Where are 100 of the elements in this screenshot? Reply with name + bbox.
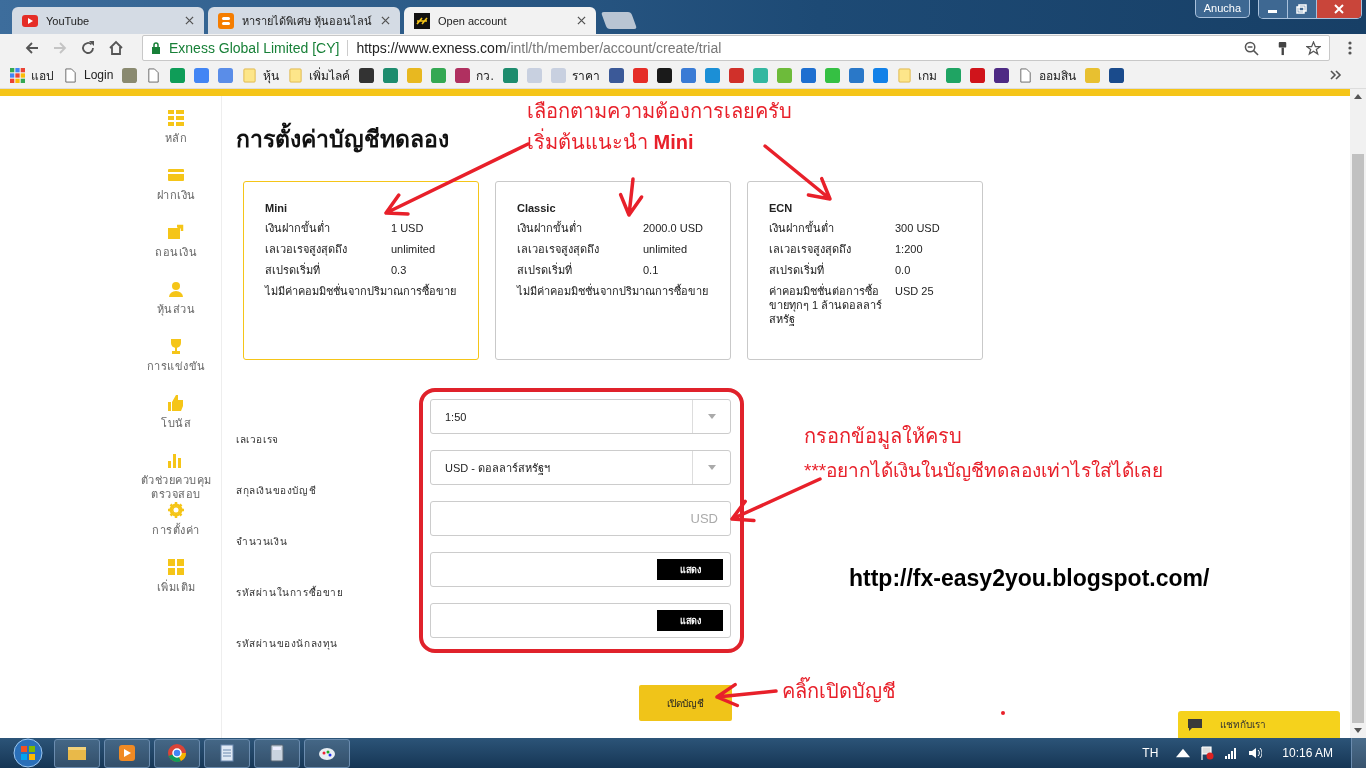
profile-button[interactable]: Anucha — [1194, 0, 1250, 18]
amount-field[interactable]: USD — [430, 501, 731, 536]
sidebar-item[interactable]: ตัวช่วยควบคุมตรวจสอบ — [131, 452, 221, 502]
chat-button[interactable]: แชทกับเรา — [1178, 711, 1340, 738]
spec-label: เลเวอเรจสูงสุดถึง — [517, 242, 600, 256]
browser-tab[interactable]: Open account — [404, 7, 596, 34]
bookmark[interactable] — [608, 67, 624, 83]
password-field[interactable]: แสดง — [430, 552, 731, 587]
volume-icon[interactable] — [1248, 746, 1263, 760]
media-icon — [117, 743, 137, 763]
spec-note: ไม่มีค่าคอมมิชชั่นจากปริมาณการซื้อขาย — [517, 284, 709, 298]
open-account-button[interactable]: เปิดบัญชี — [639, 685, 732, 721]
account-type-card[interactable]: Classic เงินฝากขั้นต่ำ 2000.0 USD เลเวอเรจสูงสุดถึง unlimited สเปรดเริ่มที่ 0.1 ไม่มีค่าคอมมิชชั่นจากปริมาณการซื้อขาย — [495, 181, 731, 360]
scroll-down-icon[interactable] — [1354, 728, 1362, 733]
sidebar-item[interactable]: ฝากเงิน — [131, 167, 221, 224]
bookmark[interactable] — [656, 67, 672, 83]
bookmark[interactable] — [993, 67, 1009, 83]
sidebar-item[interactable]: การแข่งขัน — [131, 338, 221, 395]
card-title: Mini — [265, 201, 288, 215]
language-indicator[interactable]: TH — [1142, 746, 1159, 760]
bookmark[interactable] — [1108, 67, 1124, 83]
taskbar-app[interactable] — [154, 738, 200, 768]
taskbar-app[interactable] — [304, 738, 350, 768]
menu-icon[interactable] — [1348, 40, 1352, 56]
bookmark[interactable]: แอป — [10, 65, 54, 85]
reload-icon[interactable] — [80, 40, 96, 56]
close-button[interactable] — [1317, 0, 1361, 18]
taskbar-app[interactable] — [104, 738, 150, 768]
card-icon — [168, 167, 184, 183]
bookmark[interactable]: เพิ่มไลค์ — [288, 65, 351, 85]
annotation-dot — [1001, 711, 1005, 715]
card-title: ECN — [769, 201, 794, 215]
minimize-button[interactable] — [1259, 0, 1288, 18]
show-password-button[interactable]: แสดง — [657, 559, 723, 580]
sidebar-item[interactable]: เพิ่มเติม — [131, 559, 221, 616]
card-title: Classic — [517, 201, 557, 215]
bookmark[interactable]: เกม — [896, 65, 937, 85]
site-icon — [824, 67, 840, 83]
sidebar-item[interactable]: หลัก — [131, 110, 221, 167]
address-bar[interactable]: Exness Global Limited [CY] https://www.exness.com/intl/th/member/account/create/trial — [142, 35, 1330, 61]
account-type-card[interactable]: ECN เงินฝากขั้นต่ำ 300 USD เลเวอเรจสูงสุดถึง 1:200 สเปรดเริ่มที่ 0.0 ค่าคอมมิชชั่นต่อการซื้อขายทุกๆ 1 ล้านดอลลาร์สหรัฐ USD 25 — [747, 181, 983, 360]
scrollbar-thumb[interactable] — [1352, 154, 1364, 723]
close-icon[interactable] — [185, 16, 194, 25]
back-icon[interactable] — [24, 40, 40, 56]
browser-tab[interactable]: หารายได้พิเศษ หุ้นออนไลน์ — [208, 7, 400, 34]
close-icon[interactable] — [381, 16, 390, 25]
gear-icon — [168, 502, 184, 518]
bookmark[interactable]: กว. — [455, 65, 494, 85]
show-hidden-icons-icon[interactable] — [1176, 746, 1191, 760]
site-icon — [728, 67, 744, 83]
show-password-button[interactable]: แสดง — [657, 610, 723, 631]
field-label: รหัสผ่านในการซื้อขาย — [236, 585, 344, 600]
page-icon — [63, 67, 78, 83]
site-icon — [848, 67, 864, 83]
zoom-out-icon[interactable] — [1244, 40, 1259, 56]
new-tab-button[interactable] — [600, 12, 638, 29]
browser-tab[interactable]: YouTube — [12, 7, 204, 34]
spec-note: ไม่มีค่าคอมมิชชั่นจากปริมาณการซื้อขาย — [265, 284, 457, 298]
bookmark[interactable] — [359, 67, 375, 83]
folder-icon — [242, 67, 258, 83]
bookmark[interactable]: หุ้น — [242, 65, 280, 85]
home-icon[interactable] — [108, 40, 124, 56]
taskbar-app[interactable] — [54, 738, 100, 768]
folder-icon — [896, 67, 912, 83]
notepad-icon — [217, 743, 237, 763]
signal-icon[interactable] — [1224, 746, 1239, 760]
site-icon — [608, 67, 624, 83]
clock[interactable]: 10:16 AM — [1282, 746, 1333, 760]
annotation-text: ***อยากได้เงินในบัญชีทดลองเท่าไรใส่ได้เลย — [804, 459, 1164, 483]
sidebar-item[interactable]: โบนัส — [131, 395, 221, 452]
taskbar-app[interactable] — [204, 738, 250, 768]
flag-icon[interactable] — [1200, 746, 1215, 760]
password-field[interactable]: แสดง — [430, 603, 731, 638]
maximize-button[interactable] — [1288, 0, 1317, 18]
bookmark[interactable]: ออมสิน — [1017, 65, 1076, 85]
dropdown[interactable]: 1:50 — [430, 399, 731, 434]
site-icon — [194, 67, 210, 83]
site-icon — [945, 67, 961, 83]
annotation-arrow — [618, 177, 644, 217]
sidebar-item[interactable]: การตั้งค่า — [131, 502, 221, 559]
chevron-icon[interactable] — [1330, 70, 1342, 80]
spec-label: เงินฝากขั้นต่ำ — [769, 221, 835, 235]
scroll-up-icon[interactable] — [1354, 94, 1362, 99]
close-icon[interactable] — [577, 16, 586, 25]
spec-label: เลเวอเรจสูงสุดถึง — [769, 242, 852, 256]
account-type-card[interactable]: Mini เงินฝากขั้นต่ำ 1 USD เลเวอเรจสูงสุดถึง unlimited สเปรดเริ่มที่ 0.3 ไม่มีค่าคอมมิชชั่นจากปริมาณการซื้อขาย — [243, 181, 479, 360]
scrollbar[interactable] — [1350, 89, 1366, 738]
site-icon — [993, 67, 1009, 83]
site-icon — [550, 67, 566, 83]
sidebar-item[interactable]: ถอนเงิน — [131, 224, 221, 281]
user-icon — [168, 281, 184, 297]
star-icon[interactable] — [1306, 40, 1321, 56]
sidebar-item[interactable]: หุ้นส่วน — [131, 281, 221, 338]
bookmark[interactable]: ราคา — [550, 65, 600, 85]
field-label: จำนวนเงิน — [236, 535, 288, 549]
bookmark[interactable]: Login — [63, 67, 114, 83]
taskbar-app[interactable] — [254, 738, 300, 768]
page-icon — [146, 67, 162, 83]
calculator-icon — [267, 743, 287, 763]
dropdown[interactable]: USD - ดอลลาร์สหรัฐฯ — [430, 450, 731, 485]
